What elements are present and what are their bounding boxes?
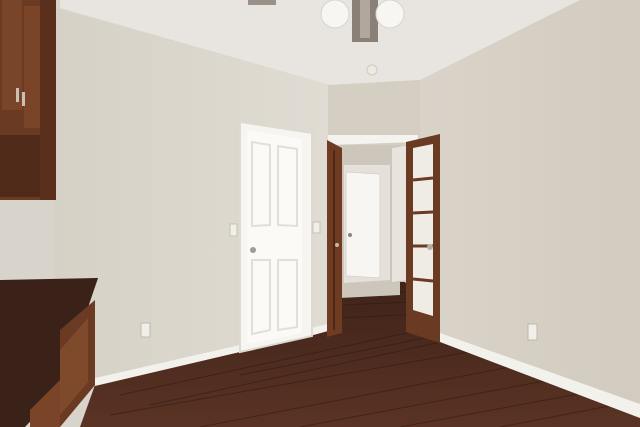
room-scene bbox=[0, 0, 640, 427]
upper-cabinet bbox=[0, 0, 56, 200]
smoke-detector bbox=[366, 64, 378, 76]
french-door-left bbox=[327, 140, 342, 337]
lower-cabinet bbox=[0, 278, 98, 427]
outlet-left bbox=[140, 322, 151, 338]
outlet-right bbox=[527, 323, 538, 341]
light-switch-2 bbox=[312, 221, 321, 234]
french-door-right bbox=[406, 134, 440, 343]
closet-door bbox=[239, 120, 313, 354]
light-switch bbox=[229, 223, 238, 237]
